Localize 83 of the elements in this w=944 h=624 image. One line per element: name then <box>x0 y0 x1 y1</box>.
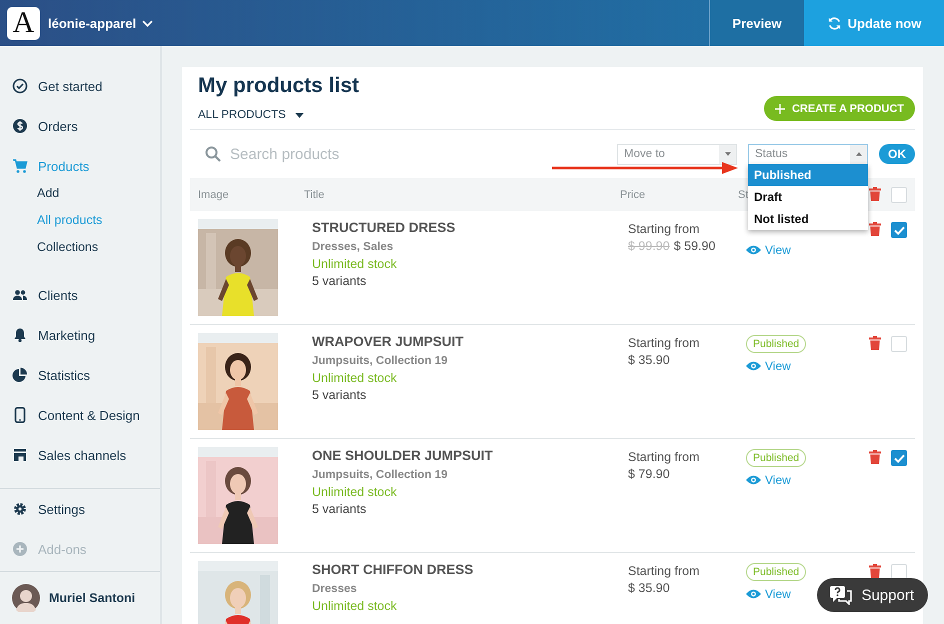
user-name: Muriel Santoni <box>49 591 136 605</box>
store-switcher[interactable]: léonie-apparel <box>48 16 154 30</box>
support-button[interactable]: Support <box>817 578 928 612</box>
preview-button[interactable]: Preview <box>709 0 804 46</box>
menu-option[interactable]: Published <box>748 164 868 186</box>
eye-icon <box>746 361 761 371</box>
variant-count: 5 variants <box>312 274 368 288</box>
column-header: St <box>738 188 748 200</box>
product-title[interactable]: ONE SHOULDER JUMPSUIT <box>312 448 628 463</box>
eye-icon <box>746 245 761 255</box>
eye-icon <box>746 589 761 599</box>
product-title[interactable]: SHORT CHIFFON DRESS <box>312 562 628 577</box>
price: $ 35.90 <box>628 581 670 595</box>
filter-dropdown[interactable]: ALL PRODUCTS <box>198 109 304 121</box>
menu-option[interactable]: Draft <box>748 186 868 208</box>
row-checkbox[interactable] <box>891 450 907 466</box>
eye-icon <box>746 475 761 485</box>
cart-icon <box>12 158 28 174</box>
sidebar-item[interactable]: Settings <box>0 489 160 529</box>
refresh-icon <box>826 16 842 30</box>
check-icon <box>894 226 904 234</box>
stock-status: Unlimited stock <box>312 371 398 385</box>
sale-price: $ 59.90 <box>674 239 716 253</box>
plus-circle-icon <box>12 541 28 557</box>
price-label: Starting from <box>628 564 701 578</box>
old-price: $ 99.90 <box>628 239 670 253</box>
trash-icon <box>869 564 881 578</box>
column-header: Image <box>197 188 230 200</box>
caret-up-icon <box>856 152 862 156</box>
stock-status: Unlimited stock <box>312 485 398 499</box>
select-all-checkbox[interactable] <box>891 186 907 202</box>
column-header: Price <box>620 188 646 200</box>
status-badge: Published <box>746 335 806 353</box>
sidebar-item[interactable]: Get started <box>0 66 160 106</box>
trash-icon <box>869 336 881 350</box>
chevron-down-icon <box>142 20 154 26</box>
menu-option[interactable]: Not listed <box>748 208 868 230</box>
product-title[interactable]: WRAPOVER JUMPSUIT <box>312 334 628 349</box>
price-label: Starting from <box>628 222 701 236</box>
status-badge: Published <box>746 449 806 467</box>
phone-icon <box>12 407 28 423</box>
people-icon <box>12 287 28 303</box>
page-title: My products list <box>198 74 360 98</box>
product-title[interactable]: STRUCTURED DRESS <box>312 220 628 235</box>
trash-icon <box>869 186 881 200</box>
avatar-icon <box>12 584 40 612</box>
stock-status: Unlimited stock <box>312 599 398 613</box>
sidebar-item[interactable]: Statistics <box>0 355 160 395</box>
check-circle-icon <box>12 78 28 94</box>
sidebar-item[interactable]: Orders <box>0 106 160 146</box>
sidebar-item[interactable]: Content & Design <box>0 395 160 435</box>
trash-icon <box>869 450 881 464</box>
variant-count: 5 variants <box>312 388 368 402</box>
sidebar-item[interactable]: Marketing <box>0 315 160 355</box>
sidebar-subitem[interactable]: Collections <box>0 234 160 261</box>
check-icon <box>894 454 904 462</box>
status-badge: Published <box>746 563 806 581</box>
price-label: Starting from <box>628 336 701 350</box>
product-categories: Dresses, Sales <box>312 241 394 253</box>
store-logo[interactable]: A <box>7 6 40 40</box>
dollar-icon <box>12 118 28 134</box>
search-icon <box>205 146 221 162</box>
store-icon <box>12 447 28 463</box>
stock-status: Unlimited stock <box>312 257 398 271</box>
chat-help-icon <box>829 585 854 605</box>
variant-count: 5 variants <box>312 502 368 516</box>
pie-chart-icon <box>12 367 28 383</box>
product-categories: Jumpsuits, Collection 19 <box>312 355 448 367</box>
bell-icon <box>12 327 28 343</box>
sidebar-item[interactable]: Clients <box>0 275 160 315</box>
caret-down-icon <box>294 112 304 118</box>
price-label: Starting from <box>628 450 701 464</box>
product-categories: Jumpsuits, Collection 19 <box>312 469 448 481</box>
sidebar-item[interactable]: Sales channels <box>0 435 160 475</box>
row-checkbox[interactable] <box>891 222 907 238</box>
column-header: Title <box>304 188 326 200</box>
price: $ 35.90 <box>628 353 670 367</box>
caret-down-icon <box>724 152 730 156</box>
product-categories: Dresses <box>312 583 358 595</box>
trash-icon <box>869 222 881 236</box>
gear-icon <box>12 501 28 517</box>
plus-icon <box>774 104 785 114</box>
price: $ 79.90 <box>628 467 670 481</box>
